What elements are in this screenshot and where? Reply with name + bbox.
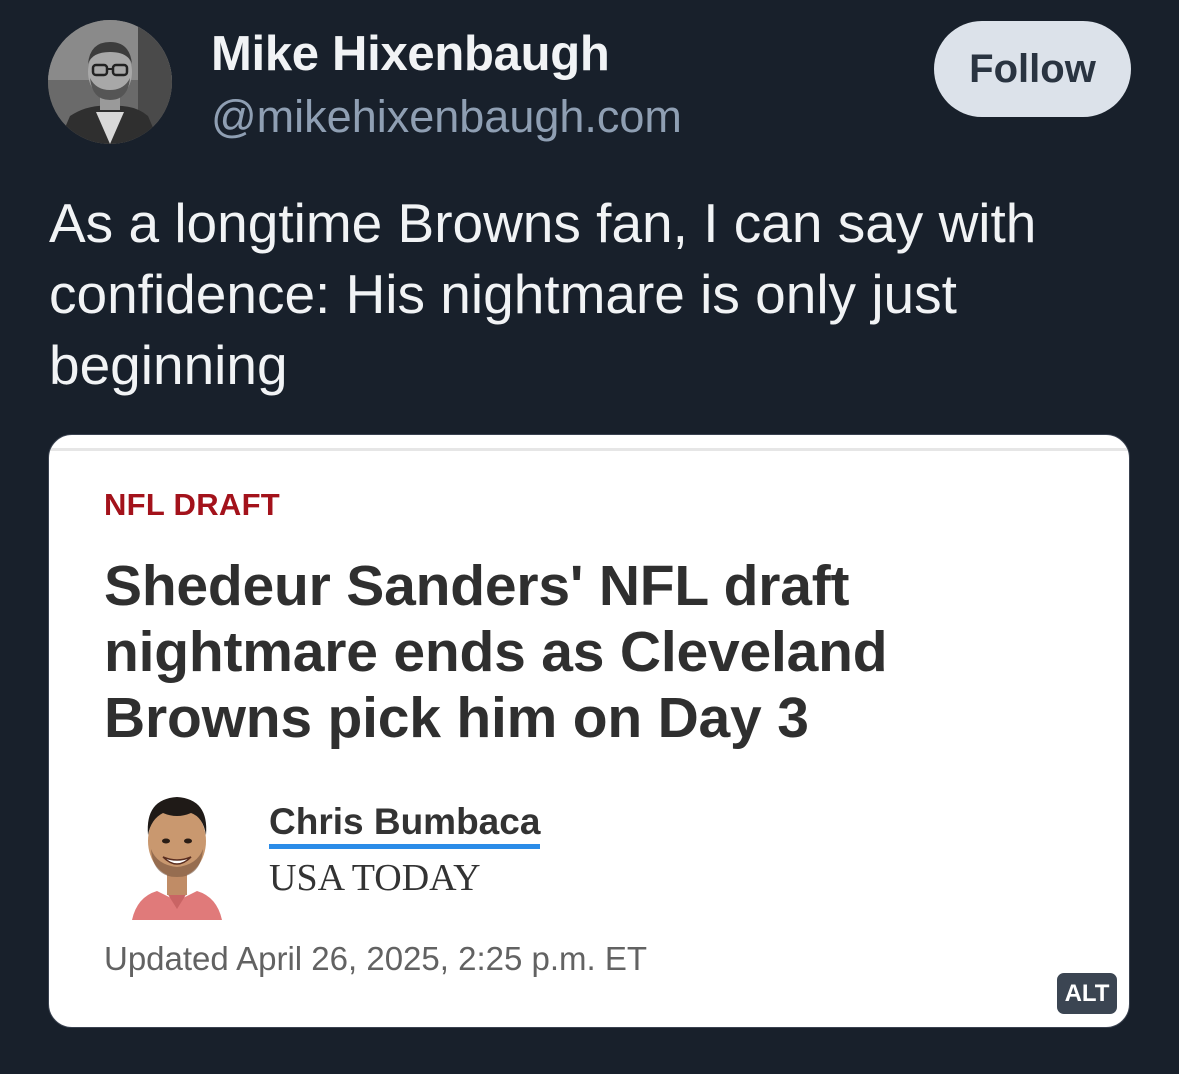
byline-author-link: Chris Bumbaca <box>269 802 541 849</box>
author-handle[interactable]: @mikehixenbaugh.com <box>211 91 682 143</box>
article-updated-timestamp: Updated April 26, 2025, 2:25 p.m. ET <box>104 940 648 977</box>
byline-publication: USA TODAY <box>269 857 481 899</box>
byline-author-photo-icon <box>132 797 222 920</box>
article-kicker: NFL DRAFT <box>104 487 281 522</box>
avatar-photo-icon <box>48 20 172 144</box>
embedded-image-card[interactable]: NFL DRAFT Shedeur Sanders' NFL draft nig… <box>48 434 1130 1028</box>
author-avatar[interactable] <box>48 20 172 144</box>
article-headline: Shedeur Sanders' NFL draft nightmare end… <box>104 554 888 750</box>
post-text: As a longtime Browns fan, I can say with… <box>49 192 1037 396</box>
author-display-name[interactable]: Mike Hixenbaugh <box>211 26 610 82</box>
follow-button[interactable]: Follow <box>934 21 1131 117</box>
post-container: Mike Hixenbaugh @mikehixenbaugh.com Foll… <box>0 0 1179 1074</box>
card-divider <box>49 448 1129 451</box>
alt-text-button[interactable]: ALT <box>1055 971 1119 1016</box>
